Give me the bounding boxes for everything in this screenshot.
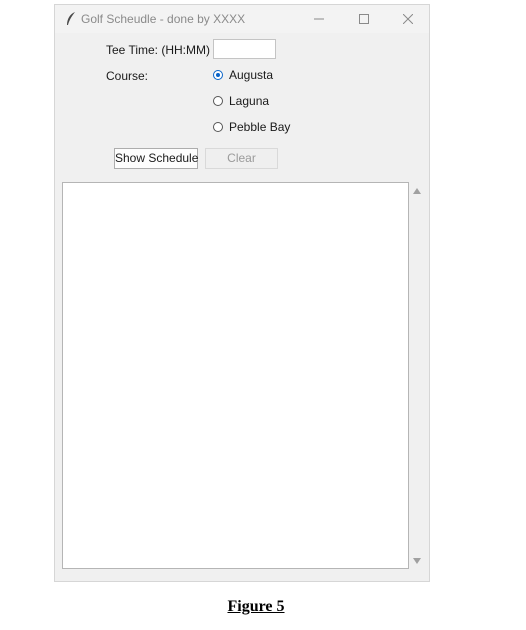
schedule-output-area[interactable] [62,182,409,569]
minimize-button[interactable] [297,5,341,33]
scroll-down-icon[interactable] [413,557,421,565]
tee-time-label: Tee Time: (HH:MM) [106,43,211,57]
tee-time-input[interactable] [213,39,276,59]
vertical-scrollbar[interactable] [409,182,425,569]
radio-label-pebble-bay: Pebble Bay [229,120,291,134]
feather-icon [65,11,77,27]
figure-caption: Figure 5 [227,598,285,615]
radio-unselected-icon[interactable] [213,122,223,132]
course-label: Course: [106,69,149,83]
title-bar[interactable]: Golf Scheudle - done by XXXX [55,5,429,33]
close-button[interactable] [386,5,430,33]
maximize-icon [359,14,369,24]
minimize-icon [314,18,324,20]
window-title: Golf Scheudle - done by XXXX [81,12,246,26]
radio-label-augusta: Augusta [229,68,274,82]
radio-selected-icon[interactable] [213,70,223,80]
maximize-button[interactable] [342,5,386,33]
radio-unselected-icon[interactable] [213,96,223,106]
show-schedule-button[interactable]: Show Schedule [114,148,198,169]
app-window: Golf Scheudle - done by XXXX Tee Time: (… [54,4,430,582]
radio-label-laguna: Laguna [229,94,270,108]
clear-button[interactable]: Clear [205,148,278,169]
close-icon [403,14,413,24]
scroll-up-icon[interactable] [413,187,421,195]
